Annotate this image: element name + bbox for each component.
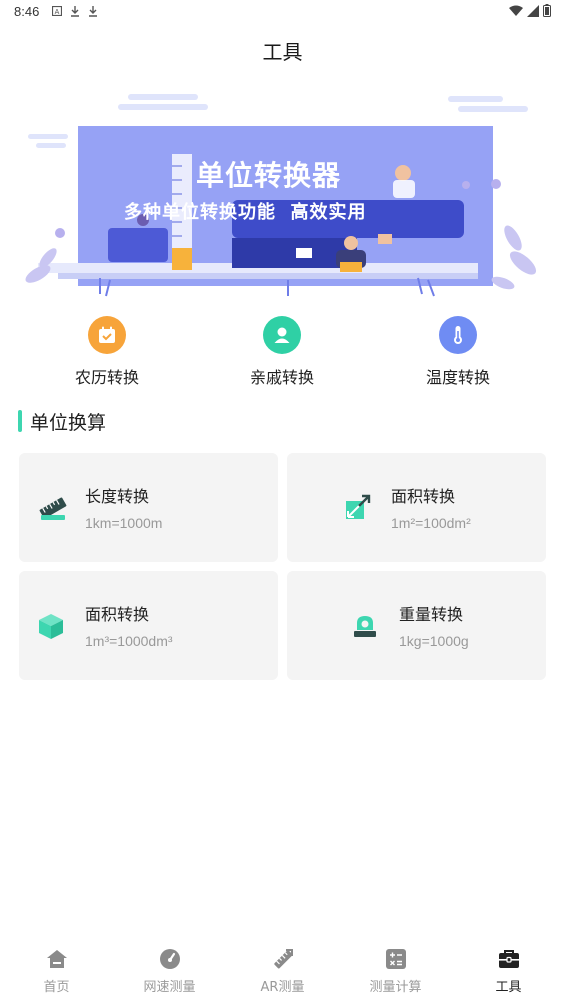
quick-tool-relatives-label: 亲戚转换 xyxy=(249,368,314,387)
card-volume-title: 面积转换 xyxy=(85,605,150,624)
battery-icon xyxy=(543,4,551,17)
status-time: 8:46 xyxy=(14,4,40,19)
quick-tool-lunar[interactable]: 农历转换 xyxy=(37,316,177,388)
card-volume[interactable]: 面积转换 1m³=1000dm³ xyxy=(19,571,278,680)
toolbox-icon xyxy=(452,946,565,972)
nav-tools-label: 工具 xyxy=(495,980,522,995)
quick-tools: 农历转换 亲戚转换 温度转换 xyxy=(0,316,565,396)
page-title: 工具 xyxy=(262,40,303,64)
home-icon xyxy=(0,946,113,972)
nav-calculator[interactable]: 测量计算 xyxy=(339,940,452,1004)
status-notification-icons: A xyxy=(52,5,98,17)
banner-illustration xyxy=(25,94,537,297)
banner-subtitle: 多种单位转换功能 高效实用 xyxy=(124,202,367,223)
wifi-icon xyxy=(509,5,523,16)
ruler-icon xyxy=(38,493,68,523)
nav-speed-test[interactable]: 网速测量 xyxy=(113,940,226,1004)
quick-tool-temperature[interactable]: 温度转换 xyxy=(388,316,528,388)
nav-calculator-label: 测量计算 xyxy=(369,980,422,995)
cube-icon xyxy=(36,611,66,641)
calculator-icon xyxy=(339,946,452,972)
nav-speed-test-label: 网速测量 xyxy=(143,980,196,995)
card-weight[interactable]: 重量转换 1kg=1000g xyxy=(287,571,546,680)
download-icon xyxy=(89,6,97,17)
nav-home-label: 首页 xyxy=(43,980,70,995)
download-icon xyxy=(71,6,79,17)
banner[interactable]: 单位转换器 多种单位转换功能 高效实用 xyxy=(18,88,546,300)
section-accent-bar xyxy=(18,410,22,432)
svg-text:A: A xyxy=(55,9,60,16)
person-icon xyxy=(263,316,301,354)
card-weight-subtitle: 1kg=1000g xyxy=(399,633,469,649)
quick-tool-lunar-label: 农历转换 xyxy=(74,368,139,387)
card-area-subtitle: 1m²=100dm² xyxy=(391,515,471,531)
nav-ar-measure-label: AR测量 xyxy=(260,980,305,995)
banner-title: 单位转换器 xyxy=(196,159,342,192)
card-length-title: 长度转换 xyxy=(85,487,150,506)
weight-icon xyxy=(350,611,380,641)
quick-tool-relatives[interactable]: 亲戚转换 xyxy=(212,316,352,388)
area-icon xyxy=(343,492,373,522)
nav-home[interactable]: 首页 xyxy=(0,940,113,1004)
card-length-subtitle: 1km=1000m xyxy=(85,515,163,531)
speedometer-icon xyxy=(113,946,226,972)
card-area-title: 面积转换 xyxy=(391,487,456,506)
calendar-icon xyxy=(88,316,126,354)
section-title: 单位换算 xyxy=(30,411,107,434)
signal-icon xyxy=(527,4,539,17)
nav-ar-measure[interactable]: AR测量 xyxy=(226,940,339,1004)
nav-tools[interactable]: 工具 xyxy=(452,940,565,1004)
quick-tool-temperature-label: 温度转换 xyxy=(425,368,490,387)
bottom-nav: 首页 网速测量 AR测量 测量计算 工具 xyxy=(0,940,565,1004)
ar-ruler-icon xyxy=(226,946,339,972)
card-length[interactable]: 长度转换 1km=1000m xyxy=(19,453,278,562)
section-header: 单位换算 xyxy=(18,408,106,434)
status-system-icons xyxy=(509,4,551,17)
card-weight-title: 重量转换 xyxy=(399,605,464,624)
a-icon: A xyxy=(52,6,62,16)
status-bar: 8:46 A xyxy=(0,0,565,24)
thermometer-icon xyxy=(439,316,477,354)
card-volume-subtitle: 1m³=1000dm³ xyxy=(85,633,173,649)
card-area[interactable]: 面积转换 1m²=100dm² xyxy=(287,453,546,562)
